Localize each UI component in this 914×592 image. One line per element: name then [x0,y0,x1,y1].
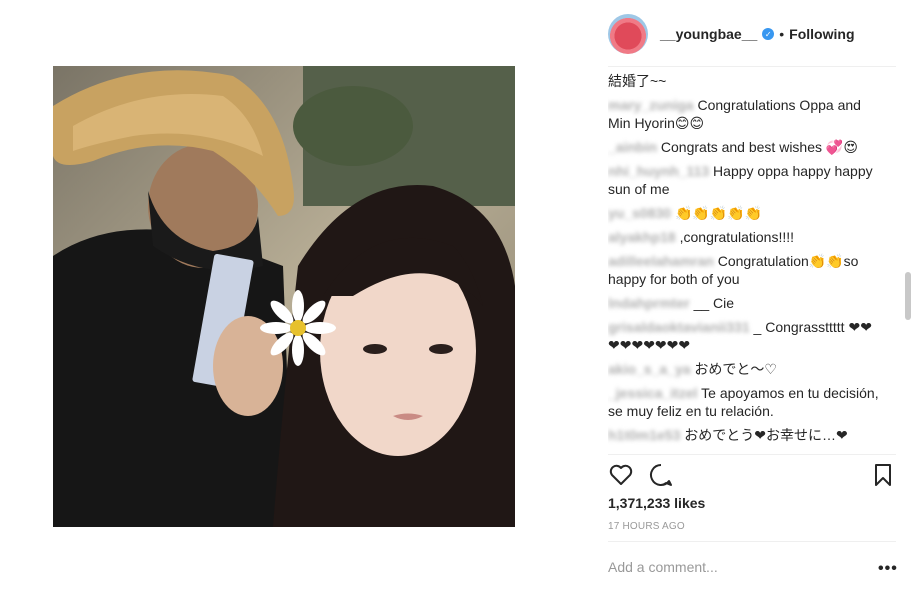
comment-text: Congrats and best wishes 💞😍 [660,139,858,155]
list-item: adilleelahamran Congratulation👏👏so happy… [608,252,880,288]
comment-text: __ Cie [693,295,735,311]
comment-username[interactable]: grisaldaoktavianii331 [608,319,750,335]
list-item: yu_s0830 👏👏👏👏👏 [608,204,880,222]
post-header: __youngbae__ ✓ • Following [608,14,855,54]
post-side-panel: __youngbae__ ✓ • Following 結婚了~~ mary_zu… [596,0,914,592]
list-item: h1t0m1e53 おめでとう❤お幸せに…❤ [608,426,880,444]
list-item: mary_zuniga Congratulations Oppa and Min… [608,96,880,132]
author-username[interactable]: __youngbae__ [660,26,757,42]
post-photo[interactable] [53,66,515,527]
header-divider [608,66,896,67]
separator-dot: • [779,26,785,42]
comment-username[interactable]: lndahprmter [608,295,690,311]
list-item: _ainbin Congrats and best wishes 💞😍 [608,138,880,156]
list-item: akio_s_a_ya おめでと～♡ [608,360,880,378]
caption: 結婚了~~ [608,72,880,90]
list-item: lndahprmter __ Cie [608,294,880,312]
comment-input-divider [608,541,896,542]
list-item: alyakhp18 ,congratulations!!!! [608,228,880,246]
comment-username[interactable]: nhi_huynh_113 [608,163,709,179]
verified-badge-icon: ✓ [762,28,775,40]
more-options-icon[interactable]: ••• [878,560,898,578]
comment-username[interactable]: adilleelahamran [608,253,714,269]
comment-text: 👏👏👏👏👏 [674,205,763,221]
avatar[interactable] [608,14,648,54]
comment-text: おめでとう❤お幸せに…❤ [684,427,848,443]
list-item: nhi_huynh_113 Happy oppa happy happy sun… [608,162,880,198]
comment-icon[interactable] [648,462,674,488]
likes-count[interactable]: 1,371,233 likes [608,495,705,511]
action-bar [608,462,896,488]
following-button[interactable]: Following [789,26,854,42]
list-item: grisaldaoktavianii331 _ Congrassttttt ❤❤… [608,318,880,354]
caption-text: 結婚了~~ [608,73,667,89]
bookmark-icon[interactable] [870,462,896,488]
comment-username[interactable]: akio_s_a_ya [608,361,691,377]
comment-username[interactable]: _jessica_itzel [608,385,698,401]
comments-list[interactable]: 結婚了~~ mary_zuniga Congratulations Oppa a… [608,72,880,452]
comment-username[interactable]: yu_s0830 [608,205,671,221]
comment-username[interactable]: mary_zuniga [608,97,694,113]
comment-username[interactable]: h1t0m1e53 [608,427,680,443]
comment-username[interactable]: alyakhp18 [608,229,676,245]
comment-text: おめでと～♡ [694,361,777,377]
heart-icon[interactable] [608,462,634,488]
list-item: _jessica_itzel Te apoyamos en tu decisió… [608,384,880,420]
comment-username[interactable]: _ainbin [608,139,657,155]
add-comment-input[interactable]: Add a comment... [608,559,718,575]
comment-text: ,congratulations!!!! [679,229,795,245]
comments-scrollbar[interactable] [905,272,911,320]
couple-selfie-image [53,66,515,527]
post-timestamp[interactable]: 17 HOURS AGO [608,521,685,532]
actions-divider [608,454,896,455]
